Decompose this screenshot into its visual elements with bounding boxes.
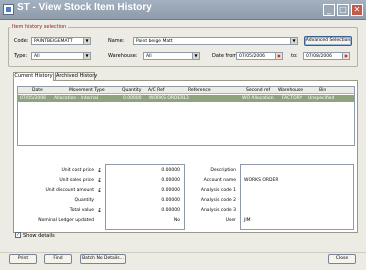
cell-ac-ref: WORKS ORDER	[149, 96, 184, 101]
batch-no-details-button[interactable]: Batch No Details...	[80, 254, 126, 264]
quantity-value: 0.00000	[161, 198, 180, 203]
column-header-quantity[interactable]: Quantity	[122, 87, 141, 94]
date-from-field[interactable]: 07/05/2006 ▣	[236, 52, 283, 60]
account-details-box	[240, 164, 354, 230]
cell-date: 07/05/2006	[20, 96, 46, 101]
currency-symbol: £	[98, 188, 102, 194]
cell-warehouse: FACTORY	[282, 96, 303, 101]
column-header-bin[interactable]: Bin	[319, 87, 326, 94]
tab-archived-history[interactable]: Archived History	[55, 72, 97, 80]
column-header-warehouse[interactable]: Warehouse	[278, 87, 303, 94]
quantity-label: Quantity	[74, 198, 94, 203]
type-select[interactable]: All ▼	[31, 52, 91, 60]
column-header-second-ref[interactable]: Second ref	[246, 87, 270, 94]
close-window-button[interactable]: ✕	[351, 4, 363, 16]
nominal-ledger-value: No	[173, 218, 180, 223]
show-details-checkbox[interactable]: ✓	[15, 232, 21, 238]
analysis-code-3-label: Analysis code 3	[200, 208, 236, 213]
maximize-button[interactable]: □	[337, 4, 349, 16]
unit-cost-price-label: Unit cost price	[61, 168, 94, 173]
application-icon	[3, 4, 14, 15]
tab-current-history[interactable]: Current History	[13, 72, 54, 81]
account-name-label: Account name	[203, 178, 236, 183]
advanced-selection-button[interactable]: Advanced Selection	[304, 36, 352, 46]
account-name-value: WORKS ORDER	[244, 178, 279, 183]
column-header-movement-type[interactable]: Movement Type	[69, 87, 105, 94]
nominal-ledger-label: Nominal Ledger updated	[38, 218, 94, 223]
date-to-value: 07/08/2006	[306, 54, 332, 59]
chevron-down-icon[interactable]: ▼	[192, 53, 199, 59]
type-label: Type:	[14, 53, 28, 59]
total-value-value: 0.00000	[161, 208, 180, 213]
name-label: Name:	[108, 38, 125, 44]
history-table: Date Movement Type Quantity A/C Ref Refe…	[17, 86, 355, 146]
unit-sales-price-label: Unit sales price	[59, 178, 94, 183]
close-button[interactable]: Close	[328, 254, 356, 264]
date-from-label: Date from:	[212, 53, 239, 59]
warehouse-label: Warehouse:	[108, 53, 138, 59]
type-value: All	[34, 54, 40, 59]
window-title: ST - View Stock Item History	[17, 2, 152, 13]
calendar-icon[interactable]: ▣	[342, 53, 349, 59]
user-value: JIM	[244, 218, 251, 223]
name-value: Paint beige Matt	[136, 39, 173, 44]
warehouse-value: All	[146, 54, 152, 59]
chevron-down-icon[interactable]: ▼	[290, 38, 297, 44]
calendar-icon[interactable]: ▣	[275, 53, 282, 59]
group-label: Item history selection	[10, 24, 69, 30]
show-details-label[interactable]: Show details	[23, 233, 55, 239]
cell-reference: 13	[183, 96, 189, 101]
analysis-code-2-label: Analysis code 2	[200, 198, 236, 203]
column-header-reference[interactable]: Reference	[188, 87, 211, 94]
code-field[interactable]: PAINTBEIGEMATT ▼	[31, 37, 91, 45]
currency-symbol: £	[98, 168, 102, 174]
user-label: User	[225, 218, 236, 223]
cell-movement-type: Allocation - Internal	[54, 96, 99, 101]
column-header-ac-ref[interactable]: A/C Ref	[148, 87, 164, 94]
table-row[interactable]: 07/05/2006 Allocation - Internal 0.00000…	[18, 95, 354, 102]
code-value: PAINTBEIGEMATT	[34, 39, 73, 44]
find-button[interactable]: Find	[44, 254, 72, 264]
currency-symbol: £	[98, 208, 102, 214]
minimize-button[interactable]: _	[323, 4, 335, 16]
cell-second-ref: WO Allocation	[242, 96, 274, 101]
date-from-value: 07/05/2006	[239, 54, 265, 59]
unit-sales-price-value: 0.00000	[161, 178, 180, 183]
code-label: Code:	[14, 38, 29, 44]
cell-quantity: 0.00000	[123, 96, 142, 101]
table-header: Date Movement Type Quantity A/C Ref Refe…	[18, 87, 354, 94]
unit-cost-price-value: 0.00000	[161, 168, 180, 173]
unit-discount-label: Unit discount amount	[45, 188, 94, 193]
cell-bin: Unspecified	[308, 96, 335, 101]
chevron-down-icon[interactable]: ▼	[83, 53, 90, 59]
column-header-date[interactable]: Date	[32, 87, 43, 94]
name-field[interactable]: Paint beige Matt ▼	[133, 37, 298, 45]
date-to-field[interactable]: 07/08/2006 ▣	[303, 52, 350, 60]
total-value-label: Total value	[69, 208, 94, 213]
analysis-code-1-label: Analysis code 1	[200, 188, 236, 193]
item-history-selection-group	[8, 27, 358, 67]
chevron-down-icon[interactable]: ▼	[83, 38, 90, 44]
description-label: Description	[210, 168, 236, 173]
unit-discount-value: 0.00000	[161, 188, 180, 193]
print-button[interactable]: Print	[9, 254, 37, 264]
date-to-label: to:	[291, 53, 298, 59]
warehouse-select[interactable]: All ▼	[143, 52, 200, 60]
currency-symbol: £	[98, 178, 102, 184]
